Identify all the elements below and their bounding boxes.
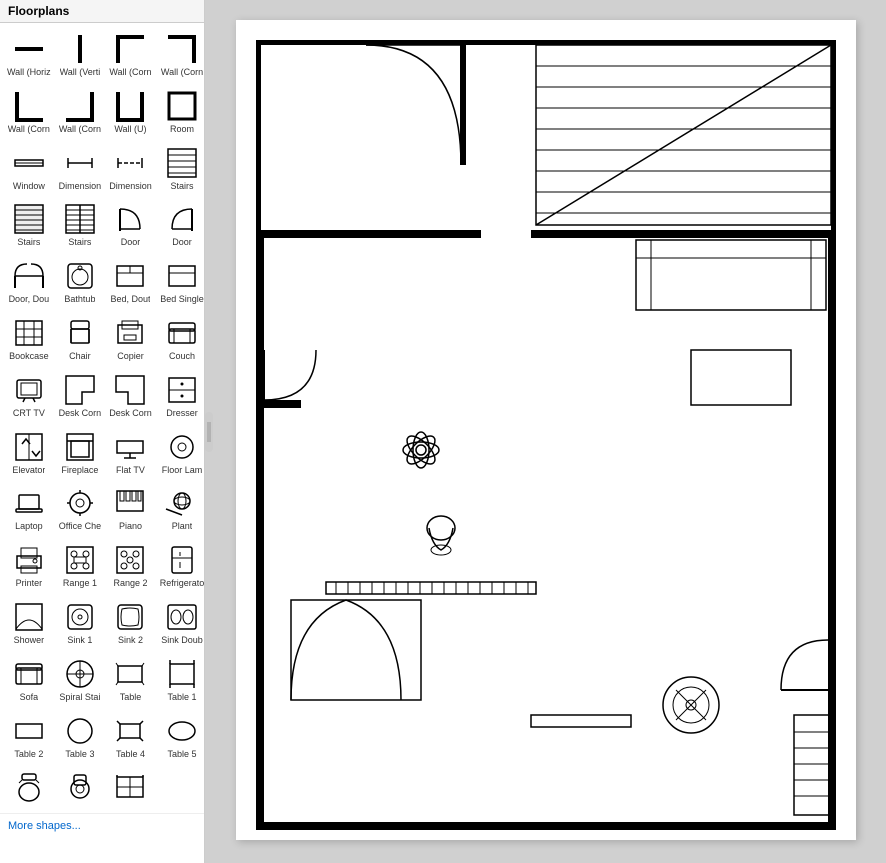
shape-wall-corner1[interactable]: Wall (Corn bbox=[106, 27, 155, 82]
shape-refrigerator[interactable]: Refrigerato bbox=[157, 538, 205, 593]
shape-chair[interactable]: Chair bbox=[56, 311, 105, 366]
sidebar-title: Floorplans bbox=[0, 0, 204, 23]
shape-stairs2[interactable]: Stairs bbox=[4, 197, 54, 252]
shape-room[interactable]: Room bbox=[157, 84, 205, 139]
shape-wall-corner4[interactable]: Wall (Corn bbox=[56, 84, 105, 139]
shape-sofa[interactable]: Sofa bbox=[4, 652, 54, 707]
shape-bookcase[interactable]: Bookcase bbox=[4, 311, 54, 366]
shape-door-double[interactable]: Door, Dou bbox=[4, 254, 54, 309]
canvas-area[interactable] bbox=[205, 0, 886, 863]
shape-door2[interactable]: Door bbox=[157, 197, 205, 252]
shape-dresser[interactable]: Dresser bbox=[157, 368, 205, 423]
shape-laptop[interactable]: Laptop bbox=[4, 481, 54, 536]
shape-wall-u[interactable]: Wall (U) bbox=[106, 84, 155, 139]
shape-sink2[interactable]: Sink 2 bbox=[106, 595, 155, 650]
shape-wall-corner2[interactable]: Wall (Corn bbox=[157, 27, 205, 82]
resize-handle[interactable] bbox=[205, 412, 213, 452]
shape-toilet1[interactable] bbox=[4, 765, 54, 809]
more-shapes-button[interactable]: More shapes... bbox=[0, 813, 204, 838]
shape-table3[interactable]: Table 3 bbox=[56, 709, 105, 764]
shape-door1[interactable]: Door bbox=[106, 197, 155, 252]
floorplan-canvas[interactable] bbox=[236, 20, 856, 840]
shape-elevator[interactable]: Elevator bbox=[4, 425, 54, 480]
shape-flat-tv[interactable]: Flat TV bbox=[106, 425, 155, 480]
shape-crt-tv[interactable]: CRT TV bbox=[4, 368, 54, 423]
shape-fireplace[interactable]: Fireplace bbox=[56, 425, 105, 480]
shape-dimension1[interactable]: Dimension bbox=[56, 141, 105, 196]
shape-toilet2[interactable] bbox=[56, 765, 105, 809]
shape-shower[interactable]: Shower bbox=[4, 595, 54, 650]
shape-table[interactable]: Table bbox=[106, 652, 155, 707]
shape-wall-vert[interactable]: Wall (Verti bbox=[56, 27, 105, 82]
shape-table2[interactable]: Table 2 bbox=[4, 709, 54, 764]
shape-sink-double[interactable]: Sink Doub bbox=[157, 595, 205, 650]
shape-bed-double[interactable]: Bed, Dout bbox=[106, 254, 155, 309]
shape-table4[interactable]: Table 4 bbox=[106, 709, 155, 764]
shape-stairs1[interactable]: Stairs bbox=[157, 141, 205, 196]
shape-table5[interactable]: Table 5 bbox=[157, 709, 205, 764]
shape-sink1[interactable]: Sink 1 bbox=[56, 595, 105, 650]
shape-wall-corner3[interactable]: Wall (Corn bbox=[4, 84, 54, 139]
main-canvas-area bbox=[205, 0, 886, 863]
shape-dimension2[interactable]: Dimension bbox=[106, 141, 155, 196]
shape-couch[interactable]: Couch bbox=[157, 311, 205, 366]
shape-cabinet[interactable] bbox=[106, 765, 155, 809]
shape-piano[interactable]: Piano bbox=[106, 481, 155, 536]
shape-wall-horiz[interactable]: Wall (Horiz bbox=[4, 27, 54, 82]
shape-table1[interactable]: Table 1 bbox=[157, 652, 205, 707]
shape-range2[interactable]: Range 2 bbox=[106, 538, 155, 593]
shape-bed-single[interactable]: Bed Single bbox=[157, 254, 205, 309]
shape-spiral-stair[interactable]: Spiral Stai bbox=[56, 652, 105, 707]
shape-office-chair[interactable]: Office Che bbox=[56, 481, 105, 536]
sidebar: Floorplans Wall (Horiz Wall (Verti Wall … bbox=[0, 0, 205, 863]
shapes-grid: Wall (Horiz Wall (Verti Wall (Corn Wall … bbox=[0, 23, 204, 813]
shape-plant[interactable]: Plant bbox=[157, 481, 205, 536]
shape-stairs3[interactable]: Stairs bbox=[56, 197, 105, 252]
shape-desk-corner1[interactable]: Desk Corn bbox=[56, 368, 105, 423]
shape-copier[interactable]: Copier bbox=[106, 311, 155, 366]
shape-window[interactable]: Window bbox=[4, 141, 54, 196]
shape-printer[interactable]: Printer bbox=[4, 538, 54, 593]
shape-range1[interactable]: Range 1 bbox=[56, 538, 105, 593]
shape-bathtub[interactable]: Bathtub bbox=[56, 254, 105, 309]
shape-floor-lamp[interactable]: Floor Lam bbox=[157, 425, 205, 480]
shape-desk-corner2[interactable]: Desk Corn bbox=[106, 368, 155, 423]
